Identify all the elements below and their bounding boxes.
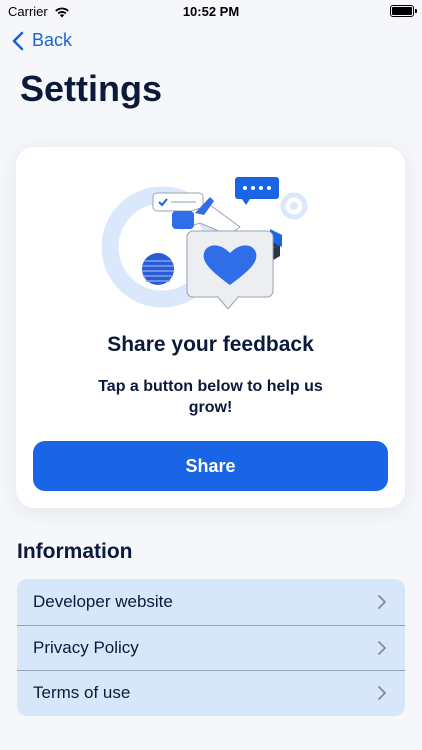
feedback-card: Share your feedback Tap a button below t… [16,147,405,508]
feedback-title: Share your feedback [107,333,314,356]
page-title: Settings [20,68,163,109]
list-item-label: Privacy Policy [33,637,139,657]
chevron-left-icon [12,31,24,50]
share-button[interactable]: Share [33,441,388,491]
information-list: Developer website Privacy Policy Terms o… [17,579,405,716]
status-time: 10:52 PM [182,4,240,19]
feedback-subtitle: Tap a button below to help us grow! [98,378,323,416]
status-right [390,5,417,17]
status-bar: Carrier 10:52 PM [0,0,422,24]
list-item-developer-website[interactable]: Developer website [17,579,405,625]
back-label: Back [32,30,73,50]
list-item-label: Developer website [33,591,173,611]
information-section-title: Information [17,540,133,563]
list-item-privacy-policy[interactable]: Privacy Policy [17,624,405,671]
battery-icon [390,5,417,17]
list-item-terms-of-use[interactable]: Terms of use [17,670,405,716]
back-button[interactable]: Back [12,30,72,51]
chevron-right-icon [378,640,386,655]
list-item-label: Terms of use [33,683,131,703]
feedback-illustration [101,177,308,309]
chevron-right-icon [378,686,386,701]
chevron-right-icon [378,594,386,609]
